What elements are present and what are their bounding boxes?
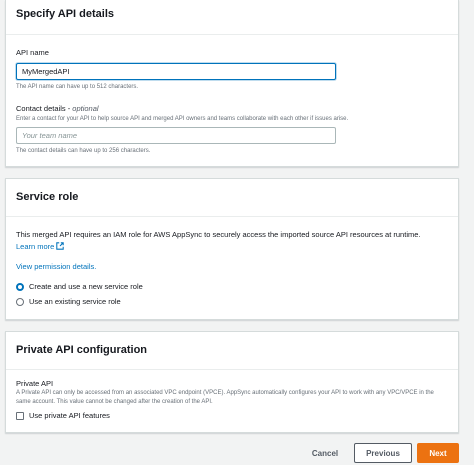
api-details-title: Specify API details: [16, 8, 115, 20]
service-role-panel: Service role This merged API requires an…: [5, 178, 459, 320]
radio-existing-role-label: Use an existing service role: [29, 297, 121, 306]
api-name-label: API name: [16, 48, 49, 57]
private-api-checkbox-row[interactable]: Use private API features: [16, 411, 110, 420]
private-api-checkbox-label: Use private API features: [29, 411, 110, 420]
api-details-header: Specify API details: [6, 0, 458, 35]
private-api-title: Private API configuration: [16, 344, 148, 356]
contact-label-text: Contact details -: [16, 104, 73, 113]
contact-input[interactable]: [16, 127, 336, 144]
api-name-hint: The API name can have up to 512 characte…: [16, 84, 139, 90]
next-button[interactable]: Next: [417, 443, 459, 463]
view-permission-link[interactable]: View permission details.: [16, 262, 96, 271]
radio-new-role-control[interactable]: [16, 282, 24, 291]
cancel-button[interactable]: Cancel: [303, 443, 347, 463]
service-role-desc: This merged API requires an IAM role for…: [16, 229, 436, 254]
api-name-input[interactable]: [16, 63, 336, 80]
private-api-desc: A Private API can only be accessed from …: [16, 390, 434, 405]
contact-optional: optional: [72, 104, 99, 113]
private-api-header: Private API configuration: [6, 332, 458, 370]
api-details-panel: Specify API details API name The API nam…: [5, 0, 459, 167]
external-link-icon: [56, 242, 65, 254]
service-role-header: Service role: [6, 179, 458, 217]
previous-button[interactable]: Previous: [354, 443, 412, 463]
learn-more-link[interactable]: Learn more: [16, 242, 65, 254]
private-api-checkbox[interactable]: [16, 411, 24, 420]
contact-label: Contact details - optional: [16, 104, 99, 113]
radio-new-role[interactable]: Create and use a new service role: [16, 282, 143, 291]
radio-existing-role[interactable]: Use an existing service role: [16, 297, 121, 306]
service-role-desc-text: This merged API requires an IAM role for…: [16, 230, 421, 239]
contact-desc: Enter a contact for your API to help sou…: [16, 116, 349, 122]
learn-more-text: Learn more: [16, 242, 55, 251]
radio-existing-role-control[interactable]: [16, 297, 24, 306]
private-api-label: Private API: [16, 379, 54, 388]
contact-hint: The contact details can have up to 256 c…: [16, 148, 151, 154]
radio-new-role-label: Create and use a new service role: [29, 282, 143, 291]
private-api-panel: Private API configuration Private API A …: [5, 331, 459, 433]
service-role-title: Service role: [16, 191, 79, 203]
